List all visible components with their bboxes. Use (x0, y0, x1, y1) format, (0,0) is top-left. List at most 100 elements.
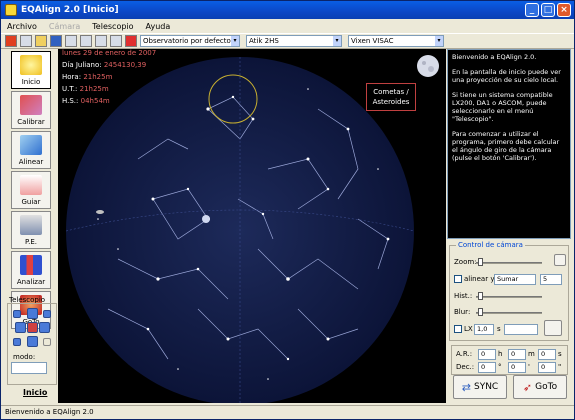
stack-mode-select[interactable]: Sumar (494, 274, 536, 285)
histogram-slider-knob[interactable] (478, 292, 483, 300)
dec-seconds-input[interactable]: 0 (538, 362, 556, 373)
crosshair-icon (20, 175, 42, 195)
diag-down-left-icon[interactable] (13, 338, 21, 346)
dec-seconds-value: 0 (541, 363, 546, 371)
nav-pe-button[interactable]: P.E. (11, 211, 51, 249)
exposure-input[interactable]: 1,0 (474, 324, 494, 335)
observatory-select-value: Observatorio por defecto (143, 37, 231, 45)
capture-icon[interactable] (544, 320, 562, 336)
disconnect-icon[interactable] (80, 35, 92, 47)
blur-slider-knob[interactable] (478, 308, 483, 316)
ra-hours-value: 0 (481, 350, 486, 358)
dec-minutes-unit: ' (528, 363, 530, 371)
welcome-p1: Bienvenido a EQAlign 2.0. (452, 53, 537, 61)
stack-count-stepper[interactable]: 5 (540, 274, 562, 285)
window-title: EQAlign 2.0 [Inicio] (21, 5, 119, 15)
close-button[interactable]: × (557, 3, 571, 17)
nav-analizar-label: Analizar (16, 278, 46, 286)
menu-camara[interactable]: Cámara (49, 22, 80, 31)
ut-label: U.T.: (62, 85, 78, 93)
julian-day-row: Día Juliano: 2454130,39 (62, 61, 146, 69)
ra-seconds-unit: s (558, 350, 562, 358)
align-icon (20, 135, 42, 155)
modo-label: modo: (13, 353, 36, 361)
zoom-slider-knob[interactable] (478, 258, 483, 266)
sky-date: lunes 29 de enero de 2007 (62, 49, 157, 57)
zoom-label: Zoom: (454, 258, 477, 266)
menu-ayuda[interactable]: Ayuda (146, 22, 171, 31)
record-icon[interactable] (125, 35, 137, 47)
hs-row: H.S.: 04h54m (62, 97, 110, 105)
app-icon (5, 4, 17, 16)
menu-telescopio[interactable]: Telescopio (92, 22, 133, 31)
connect-icon[interactable] (65, 35, 77, 47)
nav-inicio-button[interactable]: Inicio (11, 51, 51, 89)
modo-select[interactable] (11, 362, 47, 374)
ut-value: 21h25m (79, 85, 109, 93)
stop-icon[interactable] (27, 322, 38, 333)
inicio-link[interactable]: Inicio (23, 388, 47, 397)
sync-icon: ⇄ (461, 380, 471, 394)
zoom-fit-icon[interactable] (554, 254, 566, 266)
diag-up-left-icon[interactable] (13, 310, 21, 318)
chevron-down-icon[interactable]: ▾ (333, 36, 341, 46)
dec-degrees-unit: ° (498, 363, 502, 371)
telescope-select[interactable]: Vixen VISAC ▾ (348, 35, 444, 47)
sync-button[interactable]: ⇄ SYNC (453, 375, 507, 399)
arrow-left-icon[interactable] (15, 322, 26, 333)
settings-icon[interactable] (95, 35, 107, 47)
dec-label: Dec.: (456, 363, 475, 371)
goto-button[interactable]: ➶ GoTo (513, 375, 567, 399)
tools-icon[interactable] (110, 35, 122, 47)
save-icon[interactable] (50, 35, 62, 47)
camera-select[interactable]: Atik 2HS ▾ (246, 35, 342, 47)
blur-slider[interactable] (476, 312, 542, 314)
speed-toggle[interactable] (43, 338, 51, 346)
lx-checkbox[interactable] (454, 325, 462, 333)
nav-calibrar-label: Calibrar (17, 118, 45, 126)
zoom-slider[interactable] (476, 262, 542, 264)
maximize-button[interactable]: □ (541, 3, 555, 17)
nav-analizar-button[interactable]: Analizar (11, 251, 51, 289)
sky-map[interactable]: lunes 29 de enero de 2007 Día Juliano: 2… (58, 49, 446, 403)
nav-guiar-button[interactable]: Guiar (11, 171, 51, 209)
dec-seconds-unit: " (558, 363, 562, 371)
align-checkbox[interactable] (454, 275, 462, 283)
minimize-button[interactable]: _ (525, 3, 539, 17)
arrow-up-icon[interactable] (27, 308, 38, 319)
title-bar[interactable]: EQAlign 2.0 [Inicio] _ □ × (1, 1, 574, 19)
chevron-down-icon[interactable]: ▾ (435, 36, 443, 46)
nav-alinear-button[interactable]: Alinear (11, 131, 51, 169)
welcome-p4: Para comenzar a utilizar el programa, pr… (452, 130, 560, 162)
exposure-unit: s (497, 325, 501, 333)
left-nav: Inicio Calibrar Alinear Guiar P.E. Anali… (5, 51, 57, 403)
align-label: alinear y (464, 275, 495, 283)
dec-degrees-input[interactable]: 0 (478, 362, 496, 373)
dec-minutes-input[interactable]: 0 (508, 362, 526, 373)
ra-seconds-input[interactable]: 0 (538, 349, 556, 360)
histogram-label: Hist.: (454, 292, 473, 300)
observatory-select[interactable]: Observatorio por defecto ▾ (140, 35, 240, 47)
toolbar: Observatorio por defecto ▾ Atik 2HS ▾ Vi… (1, 33, 574, 49)
ra-hours-input[interactable]: 0 (478, 349, 496, 360)
chevron-down-icon[interactable]: ▾ (231, 36, 239, 46)
menu-bar: Archivo Cámara Telescopio Ayuda (1, 19, 574, 33)
histogram-slider[interactable] (476, 296, 542, 298)
ra-minutes-input[interactable]: 0 (508, 349, 526, 360)
new-icon[interactable] (20, 35, 32, 47)
exposure-value: 1,0 (477, 325, 488, 333)
lx-label: LX (464, 325, 473, 333)
nav-calibrar-button[interactable]: Calibrar (11, 91, 51, 129)
comets-asteroids-button[interactable]: Cometas / Asteroides (366, 83, 416, 111)
camera-control-group: Control de cámara Zoom: alinear y Sumar … (449, 241, 569, 341)
open-icon[interactable] (35, 35, 47, 47)
hora-row: Hora: 21h25m (62, 73, 112, 81)
power-icon[interactable] (5, 35, 17, 47)
exposure-extra-input[interactable] (504, 324, 538, 335)
arrow-down-icon[interactable] (27, 336, 38, 347)
diag-up-right-icon[interactable] (43, 310, 51, 318)
menu-archivo[interactable]: Archivo (7, 22, 37, 31)
stack-mode-value: Sumar (497, 275, 519, 283)
arrow-right-icon[interactable] (39, 322, 50, 333)
planet-marker (96, 210, 104, 214)
